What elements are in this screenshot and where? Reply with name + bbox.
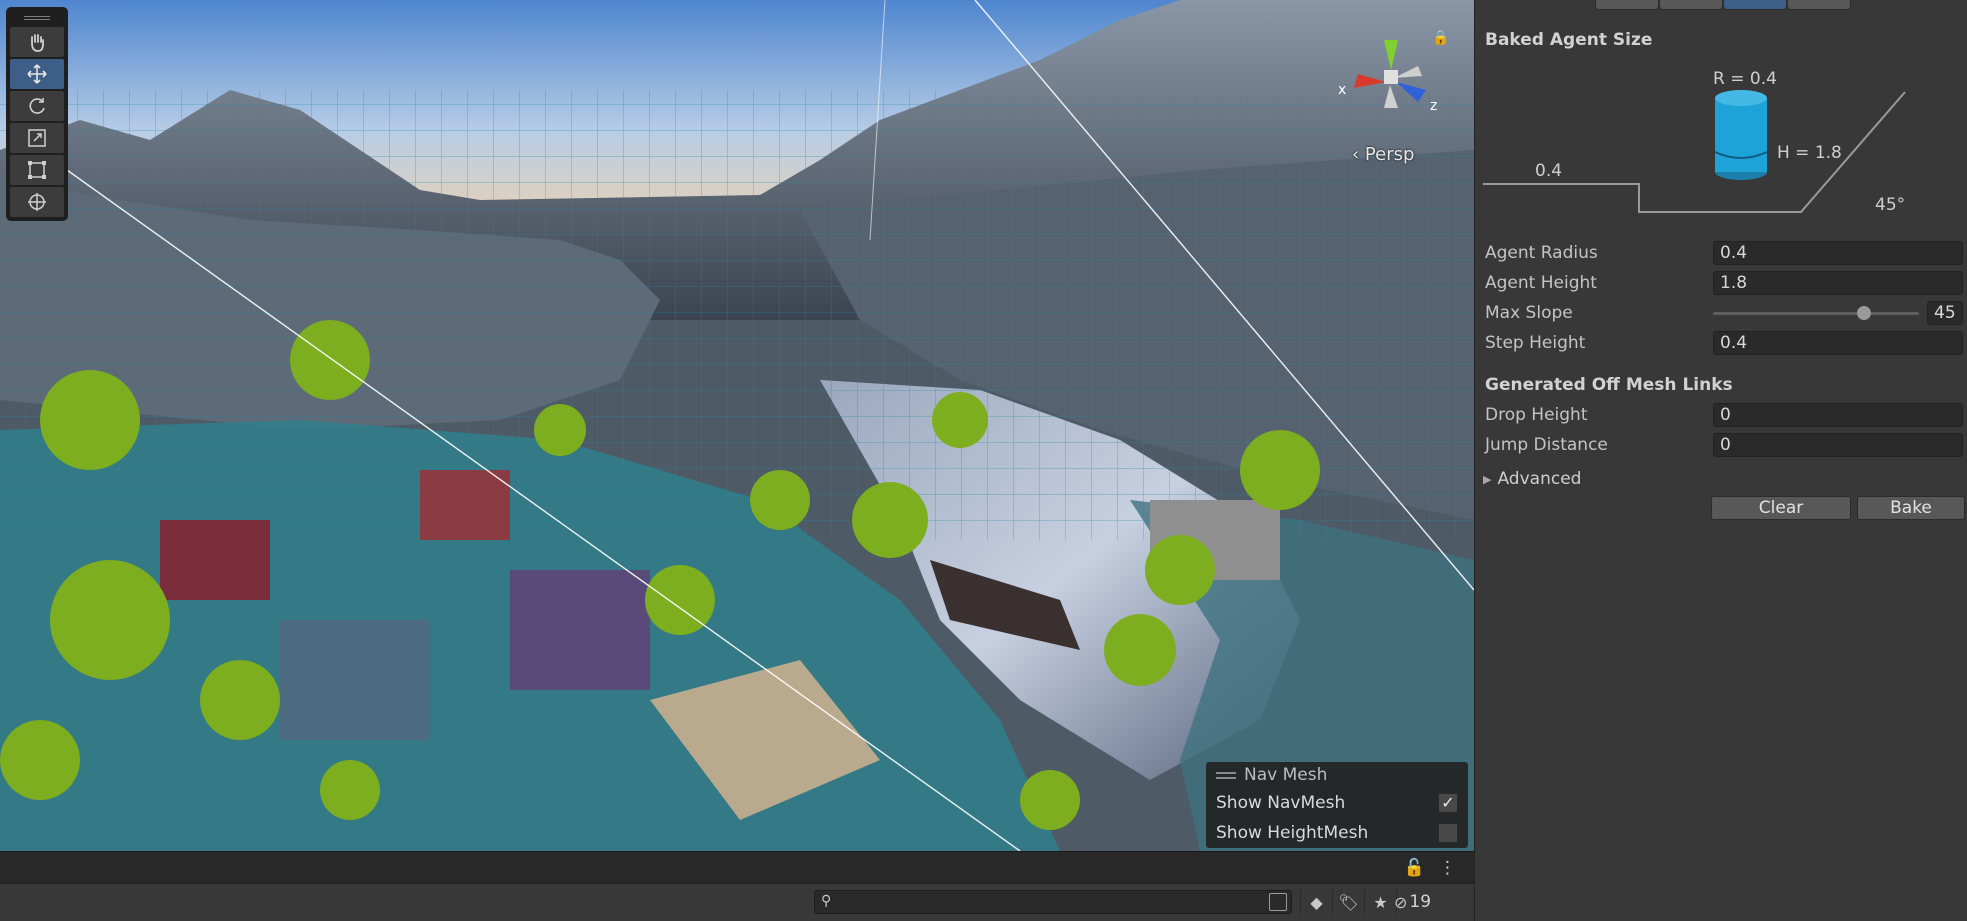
agent-height-label: Agent Height [1485, 273, 1597, 293]
gizmo-x-label: x [1338, 82, 1346, 98]
checkmark-icon: ✓ [1441, 793, 1455, 812]
filter-icon[interactable] [1269, 893, 1287, 911]
drop-height-label: Drop Height [1485, 405, 1588, 425]
agent-height-field[interactable]: 1.8 [1713, 271, 1963, 295]
jump-distance-row: Jump Distance 0 [1485, 432, 1963, 458]
scale-tool-button[interactable] [10, 123, 64, 153]
drop-height-row: Drop Height 0 [1485, 402, 1963, 428]
step-height-label: Step Height [1485, 333, 1586, 353]
show-heightmesh-label: Show HeightMesh [1216, 823, 1369, 843]
panel-header-strip: 🔓 ⋮ [0, 851, 1474, 883]
chevron-left-icon: ‹ [1352, 144, 1365, 165]
rect-tool-button[interactable] [10, 155, 64, 185]
transform-icon [28, 193, 46, 211]
clear-button[interactable]: Clear [1711, 496, 1851, 520]
move-icon [27, 64, 47, 84]
show-navmesh-label: Show NavMesh [1216, 793, 1346, 813]
agent-radius-label: Agent Radius [1485, 243, 1598, 263]
scale-icon [28, 129, 46, 147]
show-heightmesh-row[interactable]: Show HeightMesh [1216, 818, 1458, 848]
radius-label: R = 0.4 [1713, 69, 1777, 89]
step-height-row: Step Height 0.4 [1485, 330, 1963, 356]
advanced-label: Advanced [1497, 469, 1582, 489]
drop-height-field[interactable]: 0 [1713, 403, 1963, 427]
navigation-inspector: Baked Agent Size R = 0.4 H = 1.8 0.4 45°… [1474, 0, 1967, 921]
offmesh-links-title: Generated Off Mesh Links [1485, 375, 1733, 395]
rect-icon [28, 161, 46, 179]
rotate-tool-button[interactable] [10, 91, 64, 121]
agent-radius-row: Agent Radius 0.4 [1485, 240, 1963, 266]
step-label: 0.4 [1535, 161, 1562, 181]
tab-bake[interactable] [1723, 0, 1787, 10]
navmesh-overlay-header[interactable]: Nav Mesh [1216, 762, 1458, 788]
transform-tool-button[interactable] [10, 187, 64, 217]
step-height-field[interactable]: 0.4 [1713, 331, 1963, 355]
max-slope-row: Max Slope 45 [1485, 300, 1963, 326]
lock-icon[interactable]: 🔒 [1432, 30, 1449, 46]
gizmo-x-axis[interactable] [1354, 74, 1386, 88]
hidden-count: 19 [1409, 892, 1432, 912]
toolbar-grip[interactable] [10, 11, 64, 25]
project-panel: 🔓 ⋮ ⚲ ◆ 🏷 ★ ⊘ 19 [0, 851, 1474, 921]
search-icon: ⚲ [821, 893, 832, 909]
search-input[interactable]: ⚲ [814, 890, 1292, 914]
max-slope-field[interactable]: 45 [1927, 301, 1963, 325]
favorites-star-icon[interactable]: ★ [1364, 890, 1396, 914]
jump-distance-label: Jump Distance [1485, 435, 1608, 455]
search-by-label-icon[interactable]: 🏷 [1332, 890, 1364, 914]
project-search-bar: ⚲ ◆ 🏷 ★ ⊘ 19 [0, 883, 1474, 921]
agent-radius-field[interactable]: 0.4 [1713, 241, 1963, 265]
max-slope-handle[interactable] [1857, 305, 1871, 320]
bake-button[interactable]: Bake [1857, 496, 1965, 520]
gizmo-z-label: z [1430, 98, 1437, 114]
navigation-tabs [1595, 0, 1851, 10]
drag-handle-icon[interactable] [1216, 771, 1236, 779]
max-slope-label: Max Slope [1485, 303, 1573, 323]
tab-object[interactable] [1787, 0, 1851, 10]
tab-agents[interactable] [1595, 0, 1659, 10]
agent-height-row: Agent Height 1.8 [1485, 270, 1963, 296]
navmesh-overlay-title: Nav Mesh [1244, 765, 1328, 785]
foldout-arrow-icon: ▶ [1483, 472, 1492, 486]
tab-areas[interactable] [1659, 0, 1723, 10]
scene-view[interactable]: x z 🔒 ‹ Persp Nav Mesh Show NavMesh ✓ Sh… [0, 0, 1474, 851]
kebab-menu-icon[interactable]: ⋮ [1439, 858, 1456, 878]
scene-viewport-render[interactable] [0, 0, 1474, 851]
agent-size-diagram: R = 0.4 H = 1.8 0.4 45° [1483, 69, 1906, 215]
unlock-icon[interactable]: 🔓 [1404, 858, 1425, 878]
projection-toggle[interactable]: ‹ Persp [1352, 144, 1414, 165]
max-slope-track[interactable] [1713, 305, 1919, 320]
move-tool-button[interactable] [10, 59, 64, 89]
projection-label: Persp [1364, 144, 1415, 165]
show-heightmesh-checkbox[interactable] [1438, 823, 1458, 843]
max-slope-slider[interactable]: 45 [1713, 301, 1963, 325]
hand-tool-button[interactable] [10, 27, 64, 57]
show-navmesh-row[interactable]: Show NavMesh ✓ [1216, 788, 1458, 818]
gizmo-z-axis[interactable] [1396, 82, 1426, 102]
search-by-type-icon[interactable]: ◆ [1300, 890, 1332, 914]
show-navmesh-checkbox[interactable]: ✓ [1438, 793, 1458, 813]
slope-label: 45° [1875, 195, 1905, 215]
jump-distance-field[interactable]: 0 [1713, 433, 1963, 457]
navmesh-overlay-panel: Nav Mesh Show NavMesh ✓ Show HeightMesh [1206, 762, 1468, 848]
baked-agent-size-title: Baked Agent Size [1485, 30, 1653, 50]
hand-icon [31, 34, 44, 52]
gizmo-y-axis[interactable] [1384, 40, 1398, 70]
advanced-foldout[interactable]: ▶ Advanced [1483, 469, 1581, 489]
rotate-icon [29, 98, 45, 114]
height-label: H = 1.8 [1777, 143, 1842, 163]
hidden-packages-icon[interactable]: ⊘ 19 [1394, 890, 1432, 914]
scene-tools-toolbar [6, 7, 68, 221]
